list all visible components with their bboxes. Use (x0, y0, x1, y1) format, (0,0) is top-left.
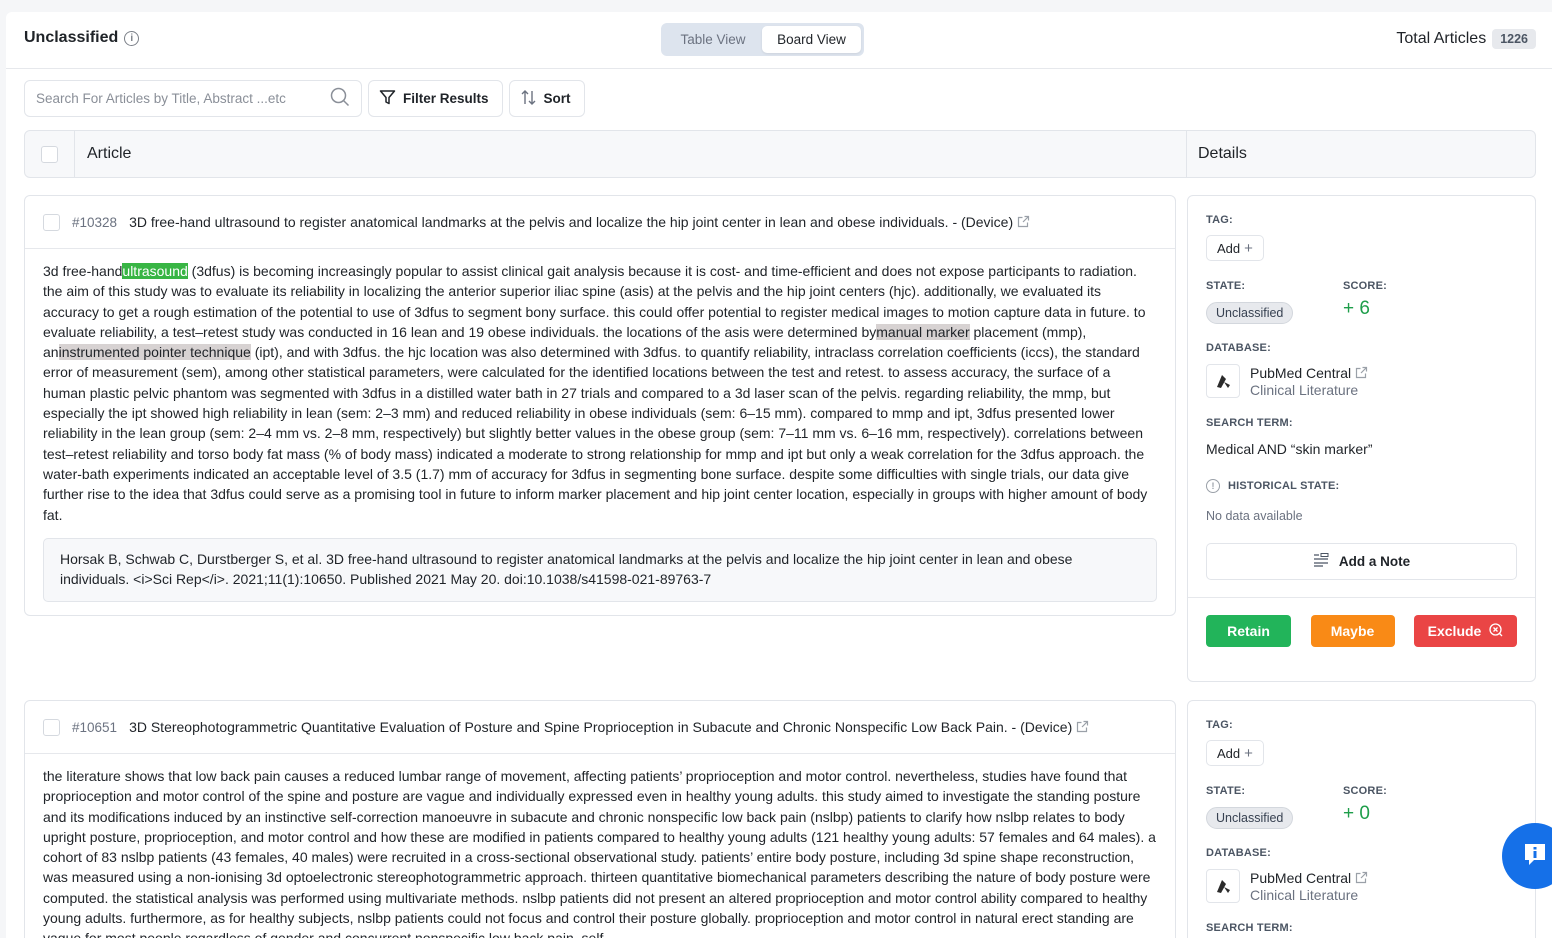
abstract-text: (ipt), and with 3dfus. the hjc location … (43, 344, 1148, 523)
clock-info-icon: ! (1206, 479, 1220, 493)
article-header: #10651 3D Stereophotogrammetric Quantita… (25, 701, 1175, 754)
add-tag-label: Add (1217, 240, 1241, 256)
article-checkbox[interactable] (43, 213, 60, 231)
table-header: Article Details (24, 130, 1536, 178)
exclude-icon (1489, 622, 1503, 640)
state-label: STATE: (1206, 280, 1246, 292)
article-title[interactable]: 3D Stereophotogrammetric Quantitative Ev… (129, 719, 1089, 736)
external-link-icon[interactable] (1355, 366, 1368, 382)
article-checkbox[interactable] (43, 718, 60, 736)
keyword-highlight-include: ultrasound (122, 263, 188, 279)
pubmed-logo-icon (1206, 364, 1240, 398)
article-details-panel: TAG: Add + STATE: Unclassified SCORE: + 6… (1187, 195, 1536, 682)
search-box (24, 80, 362, 117)
state-badge: Unclassified (1206, 302, 1294, 324)
page-title-text: Unclassified (24, 29, 119, 46)
note-icon (1313, 553, 1329, 570)
app-frame: Unclassified i Table View Board View Tot… (6, 12, 1552, 938)
tag-label: TAG: (1206, 719, 1233, 731)
pubmed-logo-icon (1206, 869, 1240, 903)
decision-actions: Retain Maybe Exclude (1188, 597, 1535, 666)
database-category: Clinical Literature (1250, 381, 1359, 398)
article-citation: Horsak B, Schwab C, Durstberger S, et al… (43, 537, 1157, 603)
plus-icon: + (1244, 744, 1253, 762)
sort-icon (520, 89, 537, 109)
article-title-text: 3D Stereophotogrammetric Quantitative Ev… (129, 718, 1073, 735)
filter-results-button[interactable]: Filter Results (368, 80, 503, 117)
search-input[interactable] (36, 91, 316, 106)
search-term-label: SEARCH TERM: (1206, 922, 1293, 934)
database-name-text: PubMed Central (1250, 364, 1352, 381)
article-title-text: 3D free-hand ultrasound to register anat… (129, 213, 1014, 230)
plus-icon: + (1244, 239, 1253, 257)
article-title[interactable]: 3D free-hand ultrasound to register anat… (129, 214, 1030, 231)
article-column-header: Article (87, 145, 132, 162)
external-link-icon[interactable] (1017, 215, 1030, 231)
top-bar: Unclassified i Table View Board View Tot… (6, 12, 1552, 69)
database-info: PubMed Central Clinical Literature (1206, 364, 1517, 398)
article-id: #10651 (72, 719, 118, 735)
article-card: #10651 3D Stereophotogrammetric Quantita… (24, 700, 1176, 938)
filter-results-label: Filter Results (403, 91, 489, 106)
details-column-header: Details (1186, 131, 1535, 177)
add-tag-label: Add (1217, 745, 1241, 761)
exclude-label: Exclude (1427, 623, 1482, 639)
external-link-icon[interactable] (1076, 720, 1089, 736)
article-card: #10328 3D free-hand ultrasound to regist… (24, 195, 1176, 616)
state-badge: Unclassified (1206, 807, 1294, 829)
database-name[interactable]: PubMed Central (1250, 365, 1368, 382)
article-id: #10328 (72, 214, 118, 230)
select-all-checkbox[interactable] (41, 145, 58, 163)
historical-state-label: HISTORICAL STATE: (1228, 480, 1340, 492)
search-term-value: Medical AND “skin marker” (1206, 441, 1373, 457)
sort-label: Sort (543, 91, 571, 106)
score-value: + 0 (1343, 803, 1370, 824)
filter-icon (379, 89, 396, 109)
add-tag-button[interactable]: Add + (1206, 235, 1264, 261)
external-link-icon[interactable] (1355, 871, 1368, 887)
historical-state-value: No data available (1206, 509, 1303, 523)
toolbar: Filter Results Sort (24, 80, 585, 117)
score-label: SCORE: (1343, 785, 1387, 797)
article-abstract: the literature shows that low back pain … (43, 768, 1156, 938)
info-circle-icon[interactable]: i (124, 30, 140, 46)
page-title: Unclassified i (24, 29, 140, 47)
add-note-label: Add a Note (1338, 554, 1411, 569)
sort-button[interactable]: Sort (508, 80, 585, 117)
board-view-button[interactable]: Board View (762, 26, 861, 53)
database-label: DATABASE: (1206, 847, 1271, 859)
abstract-text: 3d free-hand (43, 263, 123, 279)
article-details-panel: TAG: Add + STATE: Unclassified SCORE: + 0… (1187, 700, 1536, 938)
add-note-button[interactable]: Add a Note (1206, 543, 1517, 580)
score-label: SCORE: (1343, 280, 1387, 292)
view-toggle: Table View Board View (661, 23, 864, 56)
database-info: PubMed Central Clinical Literature (1206, 869, 1517, 903)
maybe-button[interactable]: Maybe (1310, 615, 1395, 647)
select-all-cell (25, 131, 75, 177)
state-label: STATE: (1206, 785, 1246, 797)
total-articles-count: 1226 (1492, 29, 1536, 49)
keyword-highlight: instrumented pointer technique (58, 344, 251, 361)
database-name-text: PubMed Central (1250, 869, 1352, 886)
table-view-button[interactable]: Table View (664, 26, 762, 53)
chat-support-icon (1520, 840, 1550, 873)
search-term-label: SEARCH TERM: (1206, 417, 1293, 429)
historical-state: ! HISTORICAL STATE: (1206, 479, 1517, 493)
database-category: Clinical Literature (1250, 886, 1359, 903)
database-label: DATABASE: (1206, 342, 1271, 354)
article-header: #10328 3D free-hand ultrasound to regist… (25, 196, 1175, 249)
exclude-button[interactable]: Exclude (1414, 615, 1517, 647)
retain-button[interactable]: Retain (1206, 615, 1291, 647)
total-articles-label: Total Articles (1396, 30, 1487, 47)
score-value: + 6 (1343, 298, 1370, 319)
total-articles: Total Articles 1226 (1396, 29, 1536, 49)
keyword-highlight: manual marker (876, 323, 970, 340)
add-tag-button[interactable]: Add + (1206, 740, 1264, 766)
search-icon[interactable] (330, 87, 350, 110)
database-name[interactable]: PubMed Central (1250, 870, 1368, 887)
article-abstract: 3d free-handultrasound (3dfus) is becomi… (25, 249, 1175, 525)
tag-label: TAG: (1206, 214, 1233, 226)
